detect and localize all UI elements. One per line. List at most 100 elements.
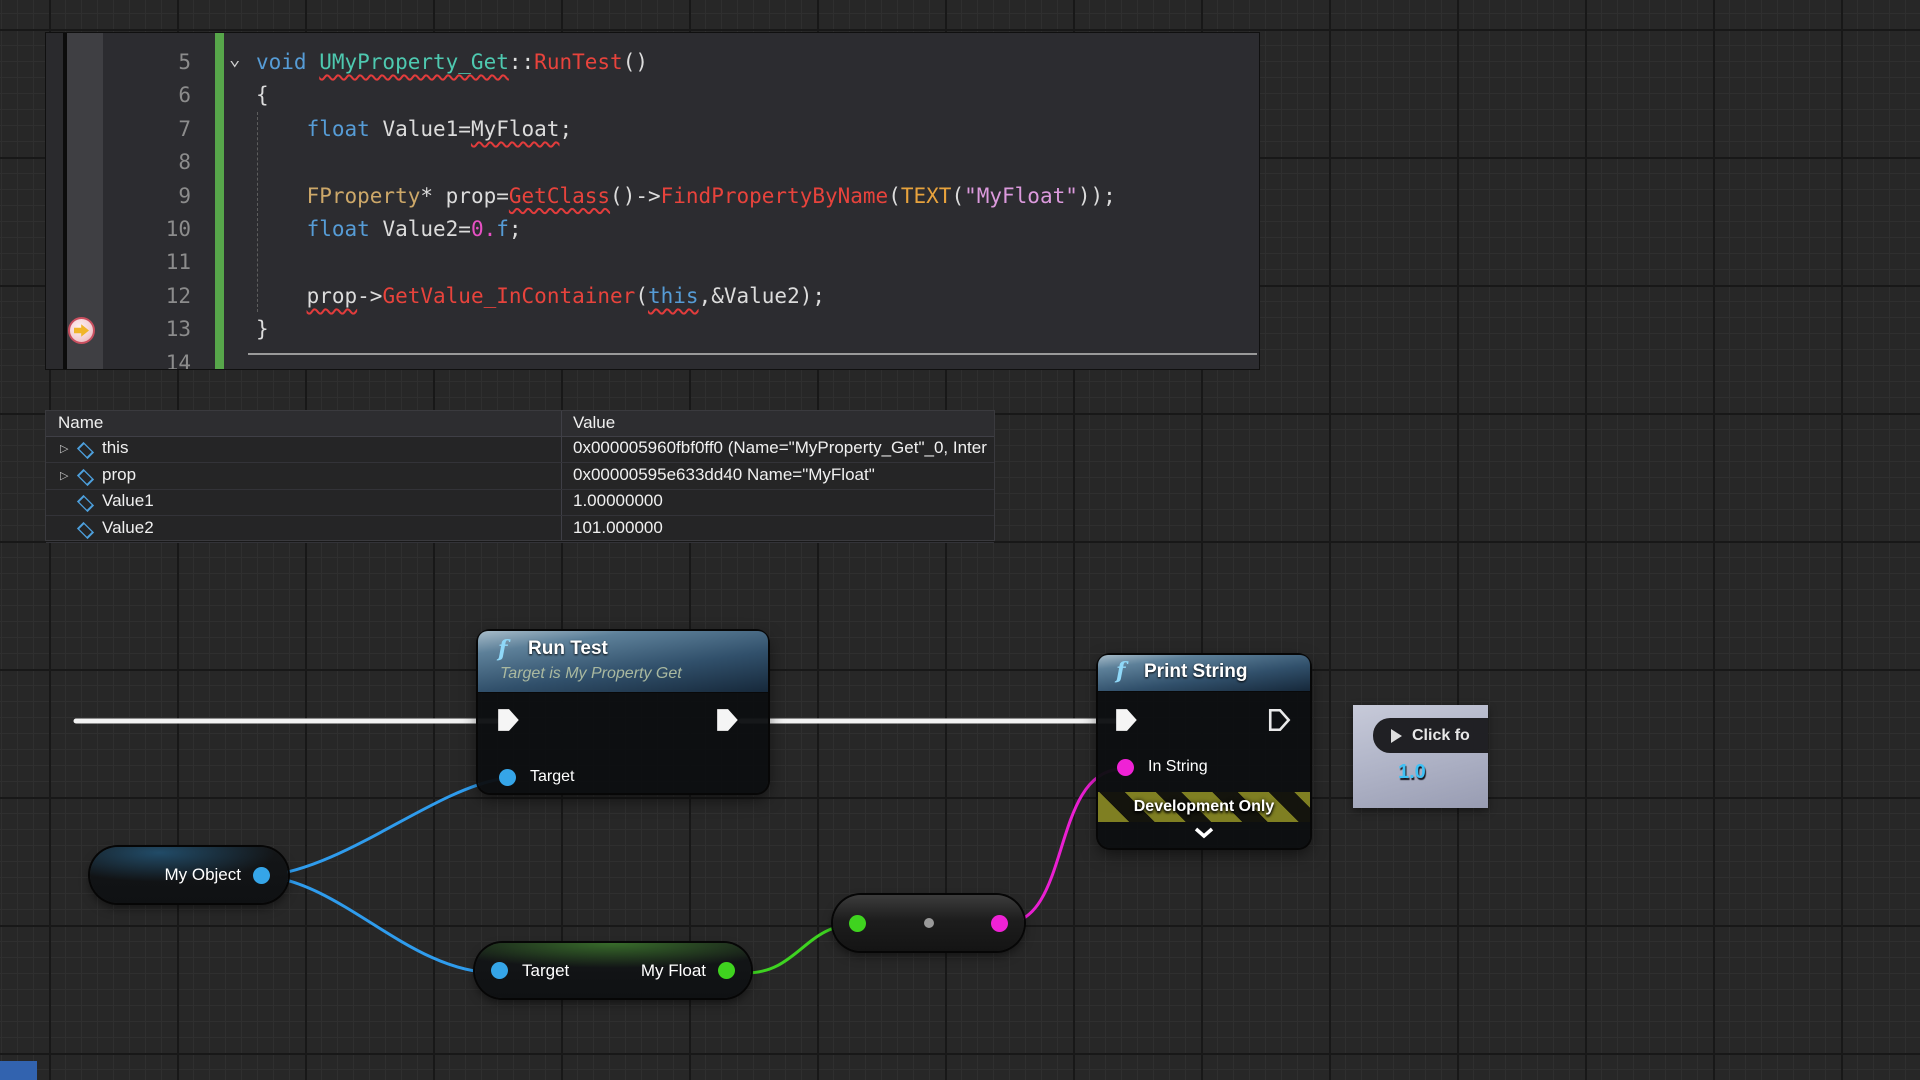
unreal-blueprint-graph-canvas[interactable]: f Run Test Target is My Property Get Tar… [0,0,1920,1080]
code-token: "MyFloat" [964,184,1078,208]
code-token: )); [1078,184,1116,208]
watched-value: 1.0 [1398,761,1426,784]
code-token: GetClass [509,184,610,208]
code-editor-window[interactable]: 5⌄void UMyProperty_Get::RunTest()6{7 flo… [45,32,1260,370]
line-number: 12 [103,279,191,313]
function-icon: f [1116,658,1125,684]
watch-value-header[interactable]: Value [573,413,615,433]
line-number: 7 [103,112,191,146]
code-token: ( [635,284,648,308]
converter-dot-icon [924,918,934,928]
exec-out-pin[interactable] [1268,707,1292,733]
watch-window[interactable]: Name Value ▷ this 0x000005960fbf0ff0 (Name… [45,410,995,541]
watch-variable-value[interactable]: 0x000005960fbf0ff0 (Name="MyProperty_Get… [573,438,988,458]
development-only-label: Development Only [1134,798,1274,816]
code-token: Value1= [370,117,471,141]
exec-in-pin[interactable] [497,707,521,733]
in-string-pin-label: In String [1148,758,1208,776]
code-line-9[interactable]: 9 FProperty* prop=GetClass()->FindProper… [46,179,1259,213]
code-token: ( [888,184,901,208]
expand-arrow-icon[interactable]: ▷ [60,442,68,455]
watch-variable-name[interactable]: prop [102,465,136,485]
node-print-string[interactable]: f Print String In String Development Onl… [1098,655,1310,848]
code-token: RunTest [534,50,623,74]
node-run-test[interactable]: f Run Test Target is My Property Get Tar… [478,631,768,793]
code-line-10[interactable]: 10 float Value2=0.f; [46,212,1259,246]
code-token: this [648,284,699,308]
watch-variable-name[interactable]: Value2 [102,518,154,538]
code-token: 0. [471,217,496,241]
expand-arrow-icon[interactable]: ▷ [60,469,68,482]
node-float-to-string[interactable] [833,895,1024,951]
code-token: float [307,217,370,241]
node-print-string-header[interactable]: f Print String [1098,655,1310,692]
code-token: ,&Value2); [699,284,825,308]
code-line-7[interactable]: 7 float Value1=MyFloat; [46,112,1259,146]
expand-chevron-icon[interactable] [1193,827,1215,839]
watch-row-Value2[interactable]: Value2 101.000000 [46,516,994,543]
code-token: ()-> [610,184,661,208]
converter-out-pin[interactable] [991,915,1008,932]
object-out-pin[interactable] [253,867,270,884]
code-text[interactable]: prop->GetValue_InContainer(this,&Value2)… [256,279,825,313]
code-line-13[interactable]: 13} [46,312,1259,346]
watch-row-Value1[interactable]: Value1 1.00000000 [46,489,994,516]
node-my-object[interactable]: My Object [90,847,288,903]
code-line-8[interactable]: 8 [46,145,1259,179]
click-for-button[interactable]: Click fo [1373,718,1488,753]
node-title: Print String [1144,661,1247,683]
my-float-out-pin[interactable] [718,962,735,979]
object-wire-to-runtest-target [265,779,500,876]
code-token: { [256,83,269,107]
code-token: FindPropertyByName [661,184,889,208]
code-token: prop [307,284,358,308]
line-number: 6 [103,78,191,112]
watch-variable-value[interactable]: 101.000000 [573,518,988,538]
code-text[interactable]: { [256,78,269,112]
code-line-12[interactable]: 12 prop->GetValue_InContainer(this,&Valu… [46,279,1259,313]
debug-value-tooltip: Click fo 1.0 [1353,705,1488,808]
converter-in-pin[interactable] [849,915,866,932]
watch-name-header[interactable]: Name [58,413,103,433]
in-string-pin[interactable] [1117,759,1134,776]
code-token: MyFloat [471,117,560,141]
code-text[interactable]: void UMyProperty_Get::RunTest() [256,45,648,79]
watch-row-this[interactable]: ▷ this 0x000005960fbf0ff0 (Name="MyPropert… [46,436,994,463]
code-text[interactable]: } [256,312,269,346]
watch-variable-name[interactable]: this [102,438,128,458]
line-number: 11 [103,245,191,279]
line-number: 14 [103,346,191,370]
current-statement-icon[interactable] [68,317,95,344]
exec-in-pin[interactable] [1115,707,1139,733]
code-line-11[interactable]: 11 [46,245,1259,279]
line-number: 10 [103,212,191,246]
code-token: f [496,217,509,241]
code-text[interactable]: FProperty* prop=GetClass()->FindProperty… [256,179,1116,213]
my-object-label: My Object [164,865,241,885]
node-run-test-header[interactable]: f Run Test Target is My Property Get [478,631,768,693]
object-wire-to-getter-target [265,876,497,973]
watch-variable-name[interactable]: Value1 [102,491,154,511]
line-number: 5 [103,45,191,79]
watch-header-row: Name Value [46,411,994,437]
code-text[interactable]: float Value1=MyFloat; [256,112,572,146]
getter-target-pin[interactable] [491,962,508,979]
code-token: float [307,117,370,141]
watch-variable-value[interactable]: 0x00000595e633dd40 Name="MyFloat" [573,465,988,485]
code-text[interactable]: float Value2=0.f; [256,212,522,246]
node-get-my-float[interactable]: Target My Float [475,943,751,998]
code-line-5[interactable]: 5 ⌄ void UMyProperty_Get::RunTest() [46,45,1259,79]
code-token [256,184,307,208]
watch-row-prop[interactable]: ▷ prop 0x00000595e633dd40 Name="MyFloat" [46,463,994,490]
code-line-14[interactable]: 14 [46,346,1259,370]
code-token: ( [951,184,964,208]
code-token: UMyProperty_Get [319,50,509,74]
code-token: :: [509,50,534,74]
code-token: } [256,317,269,341]
fold-chevron-icon[interactable]: ⌄ [229,42,240,76]
exec-out-pin[interactable] [716,707,740,733]
code-token: void [256,50,319,74]
target-pin[interactable] [499,769,516,786]
code-line-6[interactable]: 6{ [46,78,1259,112]
watch-variable-value[interactable]: 1.00000000 [573,491,988,511]
